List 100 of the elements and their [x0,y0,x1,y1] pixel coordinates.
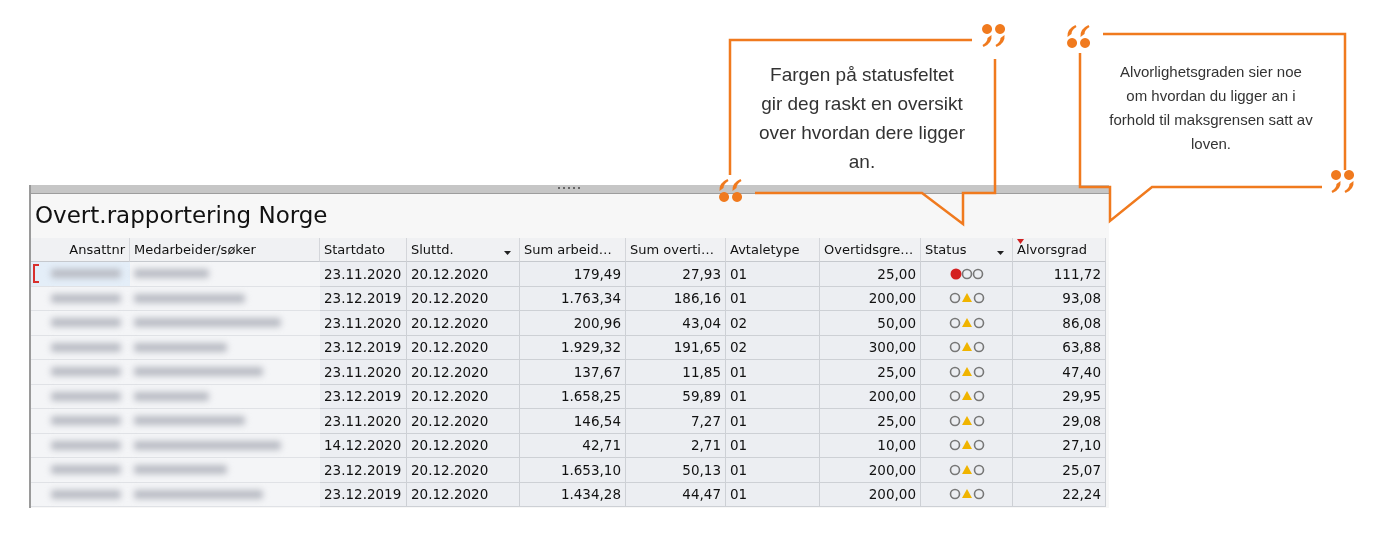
column-header[interactable]: Startdato [320,238,407,262]
table-cell: 86,08 [1013,311,1106,336]
table-cell: 01 [726,286,820,311]
dropdown-arrow-icon[interactable] [504,251,511,255]
table-cell: 23.11.2020 [320,360,407,385]
table-cell: 23.12.2019 [320,286,407,311]
table-cell: 20.12.2020 [407,482,520,507]
table-cell: 25,00 [820,409,921,434]
table-cell: 93,08 [1013,286,1106,311]
redacted-text [51,416,121,426]
selection-marker [33,264,39,283]
table-cell: 1.929,32 [520,335,626,360]
table-cell: 27,93 [626,262,726,287]
table-cell: 01 [726,384,820,409]
table-cell: 25,00 [820,360,921,385]
redacted-text [51,440,121,450]
sort-indicator-icon [1017,239,1024,244]
table-cell: 179,49 [520,262,626,287]
table-cell: 20.12.2020 [407,262,520,287]
table-cell: 63,88 [1013,335,1106,360]
table-cell: 20.12.2020 [407,360,520,385]
table-cell: 1.763,34 [520,286,626,311]
table-cell: 01 [726,482,820,507]
table-cell: 137,67 [520,360,626,385]
table-cell: 2,71 [626,433,726,458]
table-cell: 23.11.2020 [320,311,407,336]
table-cell: 29,08 [1013,409,1106,434]
table-cell: 20.12.2020 [407,384,520,409]
table-cell: 200,00 [820,482,921,507]
grip-icon [557,186,583,190]
redacted-text [51,367,121,377]
report-title: Overt.rapportering Norge [34,201,329,230]
dropdown-arrow-icon[interactable] [997,251,1004,255]
table-cell: 02 [726,311,820,336]
table-cell: 43,04 [626,311,726,336]
table-cell: 23.12.2019 [320,384,407,409]
callout-text: Alvorlighetsgraden sier noe om hvordan du ligger an i forhold til maksgrensen satt av loven. [1108,62,1314,154]
quote-icon [719,179,743,202]
quote-icon [982,24,1006,47]
column-header[interactable]: Ansattnr [31,238,130,262]
table-cell: 22,24 [1013,482,1106,507]
table-cell: 1.434,28 [520,482,626,507]
column-header[interactable]: Overtidsgre… [820,238,921,262]
table-cell: 23.12.2019 [320,482,407,507]
table-cell: 1.653,10 [520,458,626,483]
table-cell: 146,54 [520,409,626,434]
table-cell: 20.12.2020 [407,335,520,360]
table-cell: 02 [726,335,820,360]
column-header[interactable]: Alvorsgrad [1013,238,1106,262]
column-header[interactable]: Medarbeider/søker [130,238,320,262]
redacted-text [51,318,121,328]
table-cell: 23.11.2020 [320,409,407,434]
table-cell: 20.12.2020 [407,286,520,311]
table-cell: 20.12.2020 [407,458,520,483]
table-cell: 10,00 [820,433,921,458]
table-cell: 01 [726,433,820,458]
table-cell: 7,27 [626,409,726,434]
table-cell: 42,71 [520,433,626,458]
table-cell: 14.12.2020 [320,433,407,458]
table-cell: 111,72 [1013,262,1106,287]
column-header[interactable]: Sluttd. [407,238,520,262]
table-cell: 200,96 [520,311,626,336]
table-cell: 300,00 [820,335,921,360]
callout-text: Fargen på statusfeltet gir deg raskt en oversikt over hvordan dere ligger an. [758,63,966,174]
table-cell: 01 [726,409,820,434]
redacted-text [51,269,121,279]
table-cell: 50,00 [820,311,921,336]
table-cell: 47,40 [1013,360,1106,385]
table-cell: 44,47 [626,482,726,507]
table-cell: 200,00 [820,384,921,409]
redacted-text [51,293,121,303]
redacted-text [51,391,121,401]
table-cell: 25,00 [820,262,921,287]
table-cell: 20.12.2020 [407,311,520,336]
table-cell: 20.12.2020 [407,409,520,434]
table-cell: 01 [726,262,820,287]
table-cell: 1.658,25 [520,384,626,409]
table-cell: 27,10 [1013,433,1106,458]
redacted-text [51,342,121,352]
quote-icon [1067,25,1091,48]
table-cell: 186,16 [626,286,726,311]
redacted-text [51,489,121,499]
table-cell: 23.11.2020 [320,262,407,287]
table-cell: 11,85 [626,360,726,385]
table-cell: 23.12.2019 [320,335,407,360]
column-header[interactable]: Sum overti… [626,238,726,262]
table-cell: 25,07 [1013,458,1106,483]
quote-icon [1331,170,1355,193]
column-header[interactable]: Sum arbeid… [520,238,626,262]
table-cell: 191,65 [626,335,726,360]
table-cell: 29,95 [1013,384,1106,409]
table-cell: 20.12.2020 [407,433,520,458]
column-header[interactable]: Avtaletype [726,238,820,262]
table-cell: 01 [726,360,820,385]
table-cell: 200,00 [820,458,921,483]
table-cell: 59,89 [626,384,726,409]
column-header[interactable]: Status [921,238,1013,262]
redacted-text [51,465,121,475]
table-cell: 200,00 [820,286,921,311]
table-cell: 01 [726,458,820,483]
